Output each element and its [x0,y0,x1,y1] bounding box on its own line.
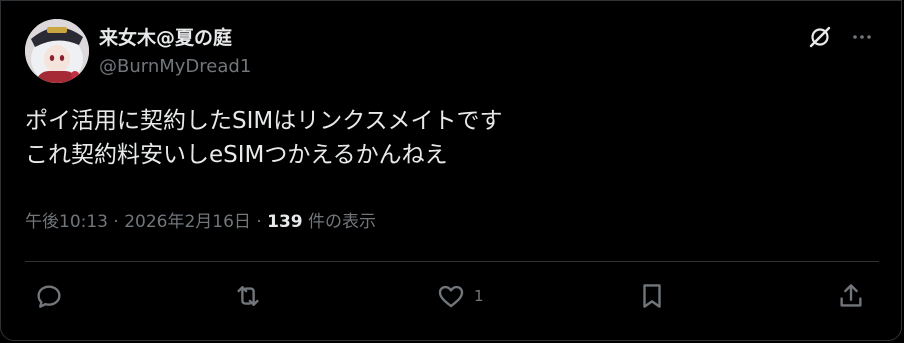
tweet-meta: 午後10:13 · 2026年2月16日 · 139 件の表示 [25,207,376,232]
tweet-text-line: ポイ活用に契約したSIMはリンクスメイトです [25,108,503,134]
timestamp[interactable]: 午後10:13 · 2026年2月16日 · [25,212,267,232]
bookmark-icon [643,284,661,308]
tweet-text-line: これ契約料安いしeSIMつかえるかんねえ [25,142,448,168]
reply-button[interactable] [34,279,64,313]
bookmark-button[interactable] [637,279,667,313]
like-count: 1 [474,287,484,305]
more-options-icon[interactable] [848,23,876,51]
retweet-button[interactable] [233,279,263,313]
tweet-text: ポイ活用に契約したSIMはリンクスメイトです これ契約料安いしeSIMつかえるか… [25,104,865,172]
share-button[interactable] [836,279,866,313]
divider [25,261,879,262]
display-name[interactable]: 来女木@夏の庭 [99,23,232,50]
avatar[interactable] [25,19,89,83]
share-icon [840,284,862,307]
retweet-icon [237,286,259,306]
views-count[interactable]: 139 [267,212,303,232]
user-handle[interactable]: @BurnMyDread1 [99,56,251,77]
grok-icon[interactable] [806,23,834,51]
avatar-image [25,19,89,83]
like-icon [438,285,464,308]
like-button[interactable]: 1 [436,279,484,313]
tweet-card: 来女木@夏の庭 @BurnMyDread1 ポイ活用に契約したSIMはリンクスメ… [0,0,902,341]
views-label: 件の表示 [302,212,377,232]
reply-icon [37,285,61,308]
